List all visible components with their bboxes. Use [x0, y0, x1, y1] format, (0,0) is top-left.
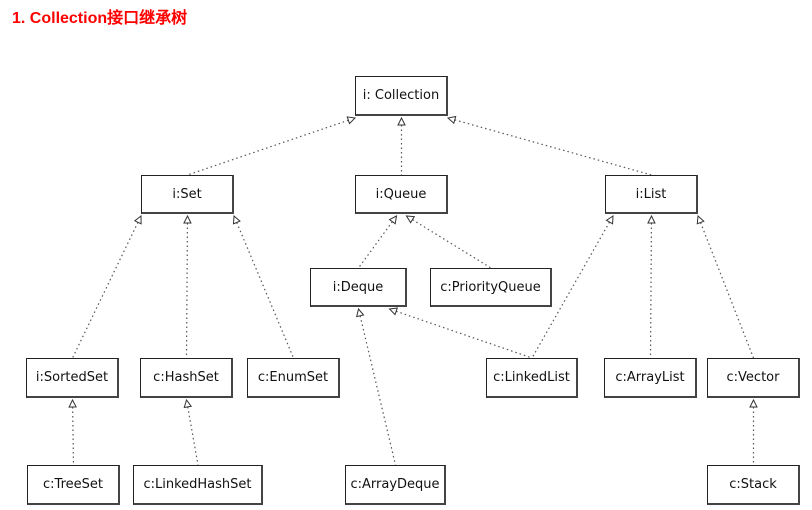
arrowhead-icon — [696, 214, 705, 225]
arrowhead-icon — [605, 215, 614, 225]
arrowhead-icon — [388, 215, 398, 225]
node-vector[interactable]: c:Vector — [707, 358, 800, 398]
edge-hashset-to-set — [185, 222, 189, 359]
edge-enumset-to-set — [236, 222, 295, 359]
arrowhead-icon — [647, 214, 656, 224]
node-list[interactable]: i:List — [605, 175, 698, 214]
arrowhead-icon — [183, 214, 192, 224]
node-hashset[interactable]: c:HashSet — [140, 358, 233, 398]
node-arraydeque[interactable]: c:ArrayDeque — [345, 465, 446, 505]
arrowhead-icon — [405, 215, 416, 224]
arrowhead-icon — [388, 307, 399, 316]
edge-linkedhashset-to-hashset — [187, 406, 199, 466]
edge-priorityqueue-to-queue — [412, 219, 492, 269]
edge-deque-to-queue — [358, 221, 393, 269]
edge-set-to-collection — [187, 119, 349, 176]
node-arraylist[interactable]: c:ArrayList — [604, 358, 697, 398]
edge-treeset-to-sortedset — [72, 406, 75, 466]
edge-vector-to-list — [699, 222, 755, 359]
edge-sortedset-to-set — [71, 222, 139, 359]
arrowhead-icon — [183, 398, 193, 409]
node-linkedlist[interactable]: c:LinkedList — [486, 358, 578, 398]
arrowhead-icon — [68, 398, 77, 408]
arrowhead-icon — [133, 214, 142, 225]
node-stack[interactable]: c:Stack — [707, 465, 800, 505]
arrowhead-icon — [446, 115, 457, 125]
node-deque[interactable]: i:Deque — [310, 268, 407, 307]
node-linkedhashset[interactable]: c:LinkedHashSet — [133, 465, 263, 505]
node-treeset[interactable]: c:TreeSet — [27, 465, 120, 505]
arrowhead-icon — [749, 398, 758, 408]
node-sortedset[interactable]: i:SortedSet — [26, 358, 119, 398]
arrowhead-icon — [356, 307, 365, 318]
edge-list-to-collection — [454, 119, 652, 176]
node-set[interactable]: i:Set — [141, 175, 234, 214]
node-priorityqueue[interactable]: c:PriorityQueue — [430, 268, 552, 307]
arrowhead-icon — [232, 214, 241, 225]
edge-linkedlist-to-deque — [395, 310, 533, 359]
arrowhead-icon — [397, 116, 406, 126]
node-queue[interactable]: i:Queue — [355, 175, 448, 214]
node-collection[interactable]: i: Collection — [355, 76, 448, 116]
edge-arraydeque-to-deque — [359, 315, 397, 466]
arrowhead-icon — [346, 116, 357, 125]
edge-arraylist-to-list — [649, 222, 653, 359]
node-enumset[interactable]: c:EnumSet — [247, 358, 340, 398]
